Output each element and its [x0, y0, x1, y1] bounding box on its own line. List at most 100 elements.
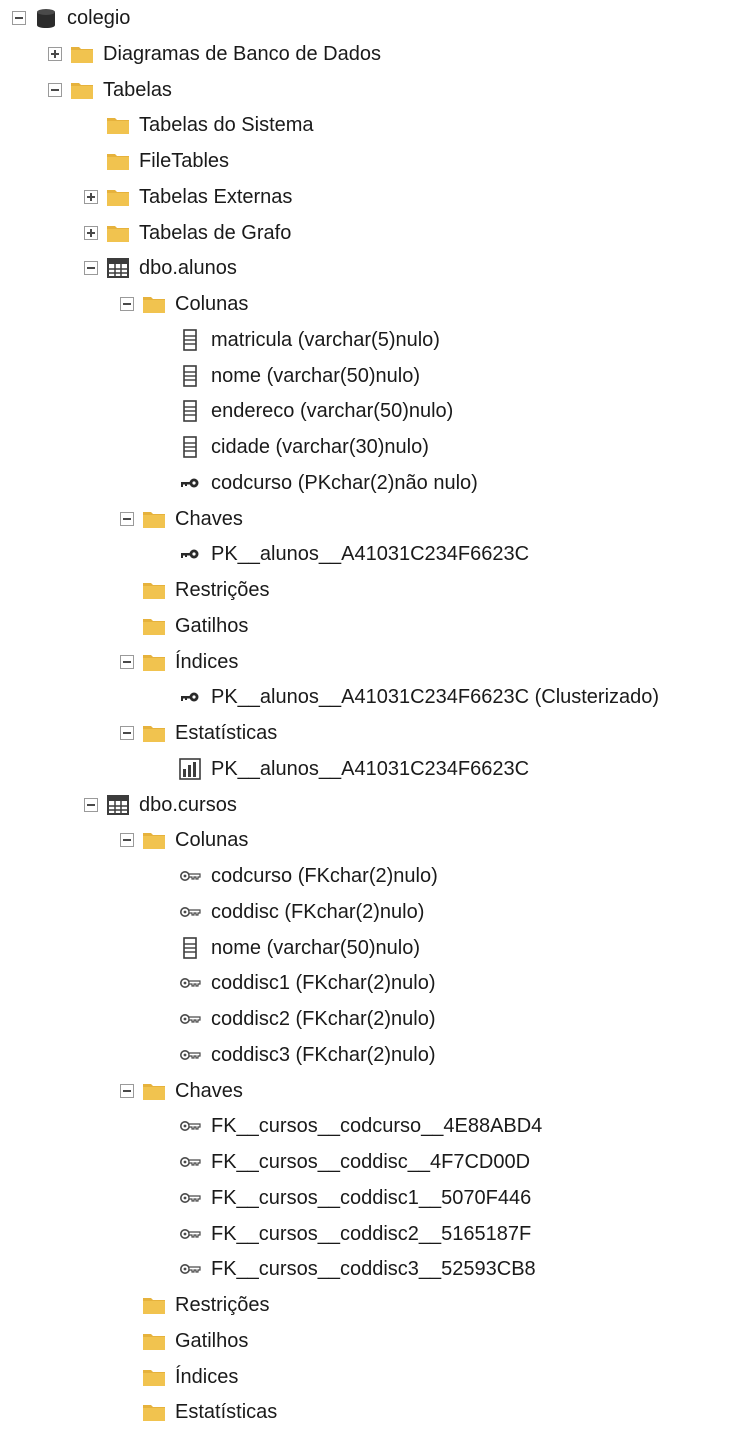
tree-node-label: Índices — [175, 1365, 239, 1388]
tree-node[interactable]: PK__alunos__A41031C234F6623C (Clusteriza… — [0, 681, 732, 717]
tree-node-label: FK__cursos__coddisc3__52593CB8 — [211, 1258, 536, 1281]
primary-key-icon — [178, 685, 202, 709]
tree-node[interactable]: PK__alunos__A41031C234F6623C — [0, 538, 732, 574]
column-icon — [178, 399, 202, 423]
tree-node-label: PK__alunos__A41031C234F6623C (Clusteriza… — [211, 686, 660, 709]
collapse-icon[interactable] — [120, 297, 134, 311]
collapse-icon[interactable] — [84, 797, 98, 812]
tree-node-label: nome (varchar(50)nulo) — [211, 936, 420, 959]
foreign-key-icon — [178, 971, 202, 995]
expand-icon[interactable] — [48, 46, 62, 61]
folder-icon — [70, 42, 94, 66]
tree-node[interactable]: Estatísticas — [0, 717, 732, 753]
collapse-icon[interactable] — [120, 511, 134, 526]
tree-node-label: colegio — [67, 7, 131, 29]
expand-icon[interactable] — [84, 225, 98, 240]
folder-icon — [142, 1329, 166, 1353]
tree-node[interactable]: Tabelas do Sistema — [0, 109, 732, 145]
folder-icon — [142, 1079, 166, 1103]
folder-icon — [142, 507, 166, 531]
tree-node-label: Índices — [175, 650, 239, 673]
folder-icon — [106, 113, 130, 137]
collapse-icon[interactable] — [120, 1083, 134, 1098]
column-icon — [178, 435, 202, 459]
tree-node-label: Colunas — [175, 293, 249, 315]
tree-node-label: dbo.alunos — [139, 257, 237, 280]
tree-node-label: nome (varchar(50)nulo) — [211, 364, 420, 387]
tree-node-label: FK__cursos__coddisc1__5070F446 — [211, 1186, 532, 1209]
folder-icon — [106, 221, 130, 245]
tree-node[interactable]: coddisc1 (FKchar(2)nulo) — [0, 967, 732, 1003]
tree-node-label: coddisc3 (FKchar(2)nulo) — [211, 1043, 436, 1066]
tree-node[interactable]: FK__cursos__coddisc__4F7CD00D — [0, 1146, 732, 1182]
tree-node[interactable]: Colunas — [0, 824, 732, 860]
folder-icon — [142, 578, 166, 602]
statistics-icon — [178, 757, 202, 781]
tree-node-label: Gatilhos — [175, 614, 249, 637]
tree-node[interactable]: dbo.cursos — [0, 789, 732, 825]
tree-node[interactable]: Restrições — [0, 574, 732, 610]
tree-node-label: Tabelas Externas — [139, 185, 293, 208]
tree-node[interactable]: FK__cursos__coddisc2__5165187F — [0, 1218, 732, 1254]
folder-icon — [142, 292, 166, 316]
tree-node[interactable]: nome (varchar(50)nulo) — [0, 932, 732, 968]
tree-node[interactable]: Tabelas — [0, 74, 732, 110]
collapse-icon[interactable] — [120, 833, 134, 848]
tree-node-label: coddisc2 (FKchar(2)nulo) — [211, 1008, 436, 1030]
tree-node[interactable]: Índices — [0, 646, 732, 682]
foreign-key-icon — [178, 1222, 202, 1246]
collapse-icon[interactable] — [48, 82, 62, 97]
tree-node[interactable]: Chaves — [0, 503, 732, 539]
tree-node[interactable]: coddisc3 (FKchar(2)nulo) — [0, 1039, 732, 1075]
tree-node[interactable]: Chaves — [0, 1075, 732, 1111]
tree-node[interactable]: PK__alunos__A41031C234F6623C — [0, 753, 732, 789]
foreign-key-icon — [178, 1186, 202, 1210]
tree-node[interactable]: FK__cursos__codcurso__4E88ABD4 — [0, 1110, 732, 1146]
tree-node[interactable]: colegio — [0, 2, 732, 38]
tree-node[interactable]: Estatísticas — [0, 1396, 732, 1432]
tree-node-label: PK__alunos__A41031C234F6623C — [211, 757, 530, 780]
tree-node-label: PK__alunos__A41031C234F6623C — [211, 543, 530, 566]
tree-node[interactable]: Restrições — [0, 1289, 732, 1325]
tree-node[interactable]: Colunas — [0, 288, 732, 324]
tree-node[interactable]: nome (varchar(50)nulo) — [0, 360, 732, 396]
tree-node[interactable]: Gatilhos — [0, 610, 732, 646]
tree-node[interactable]: Índices — [0, 1361, 732, 1397]
database-icon — [34, 6, 58, 30]
foreign-key-icon — [178, 1257, 202, 1281]
tree-node[interactable]: Tabelas Externas — [0, 181, 732, 217]
tree-node[interactable]: codcurso (FKchar(2)nulo) — [0, 860, 732, 896]
tree-node[interactable]: Diagramas de Banco de Dados — [0, 38, 732, 74]
tree-node[interactable]: FileTables — [0, 145, 732, 181]
tree-node[interactable]: dbo.alunos — [0, 252, 732, 288]
tree-node[interactable]: Tabelas de Grafo — [0, 217, 732, 253]
tree-node-label: Tabelas de Grafo — [139, 221, 292, 244]
tree-node-label: dbo.cursos — [139, 793, 237, 816]
collapse-icon[interactable] — [12, 11, 26, 25]
tree-node[interactable]: coddisc2 (FKchar(2)nulo) — [0, 1003, 732, 1039]
folder-icon — [142, 1293, 166, 1317]
folder-icon — [70, 78, 94, 102]
folder-icon — [106, 149, 130, 173]
column-icon — [178, 936, 202, 960]
tree-node-label: FileTables — [139, 150, 230, 172]
tree-node-label: FK__cursos__coddisc__4F7CD00D — [211, 1151, 531, 1173]
collapse-icon[interactable] — [84, 261, 98, 276]
tree-node-label: Tabelas — [103, 78, 172, 101]
tree-node[interactable]: cidade (varchar(30)nulo) — [0, 431, 732, 467]
foreign-key-icon — [178, 1114, 202, 1138]
tree-node[interactable]: Gatilhos — [0, 1325, 732, 1361]
folder-icon — [142, 1365, 166, 1389]
tree-node[interactable]: FK__cursos__coddisc3__52593CB8 — [0, 1253, 732, 1289]
folder-icon — [142, 614, 166, 638]
tree-node[interactable]: matricula (varchar(5)nulo) — [0, 324, 732, 360]
tree-node[interactable]: endereco (varchar(50)nulo) — [0, 395, 732, 431]
folder-icon — [142, 650, 166, 674]
tree-node[interactable]: coddisc (FKchar(2)nulo) — [0, 896, 732, 932]
tree-node-label: Gatilhos — [175, 1329, 249, 1352]
tree-node[interactable]: FK__cursos__coddisc1__5070F446 — [0, 1182, 732, 1218]
tree-node[interactable]: codcurso (PKchar(2)não nulo) — [0, 467, 732, 503]
expand-icon[interactable] — [84, 189, 98, 204]
collapse-icon[interactable] — [120, 726, 134, 740]
collapse-icon[interactable] — [120, 654, 134, 669]
